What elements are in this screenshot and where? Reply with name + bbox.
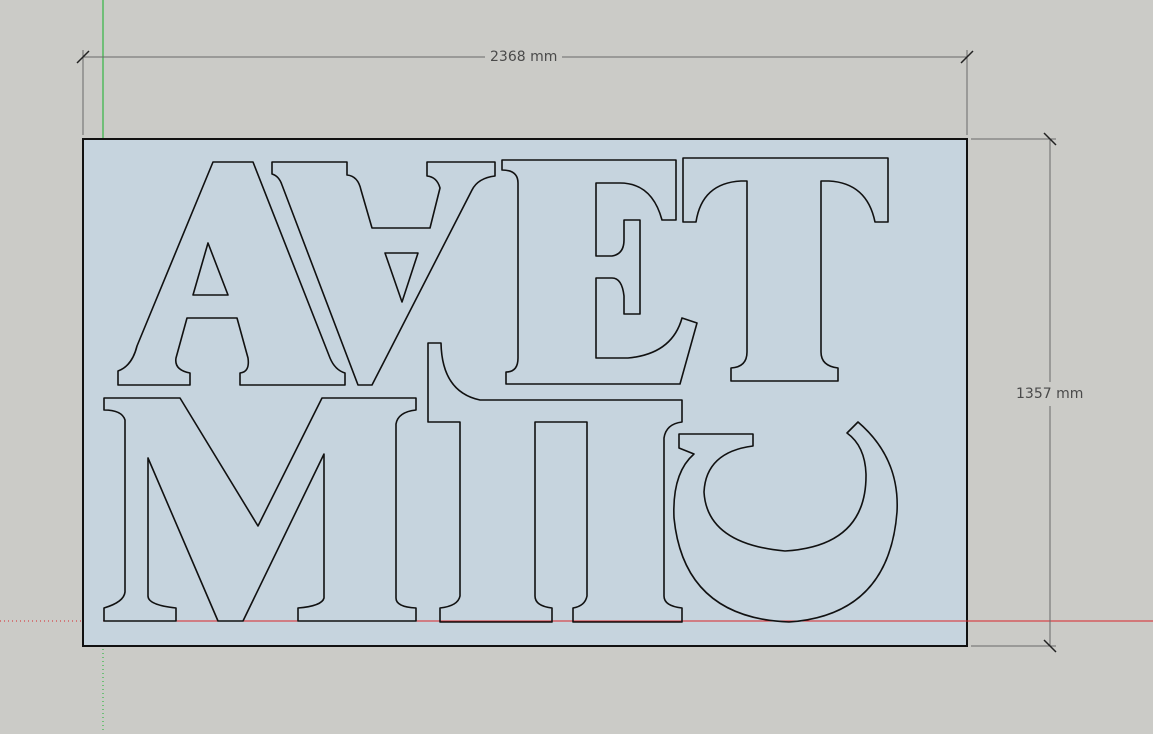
height-dimension-label: 1357 mm <box>1013 386 1087 402</box>
sign-panel[interactable] <box>82 138 968 647</box>
scene-canvas[interactable] <box>0 0 1153 730</box>
width-dimension-label: 2368 mm <box>487 49 561 65</box>
modeling-viewport[interactable]: 2368 mm 1357 mm <box>0 0 1153 730</box>
